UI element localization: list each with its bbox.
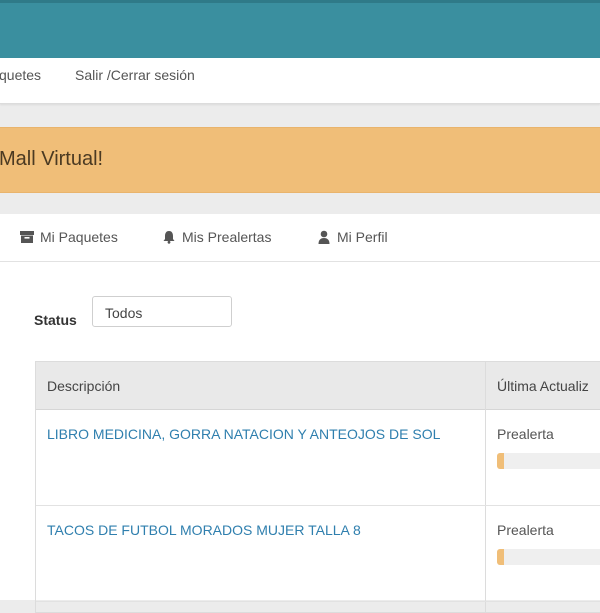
table-row: LIBRO MEDICINA, GORRA NATACION Y ANTEOJO… — [36, 410, 600, 506]
tab-label: Mi Paquetes — [40, 229, 118, 245]
status-filter-value: Todos — [105, 305, 143, 321]
row-status-text: Prealerta — [497, 426, 554, 442]
tab-mi-perfil[interactable]: Mi Perfil — [317, 229, 388, 245]
row-description-link[interactable]: LIBRO MEDICINA, GORRA NATACION Y ANTEOJO… — [47, 426, 440, 442]
main-panel: Mi Paquetes Mis Prealertas Mi Perfil Sta… — [0, 214, 600, 613]
status-filter-select[interactable]: Todos — [92, 296, 232, 327]
row-status-text: Prealerta — [497, 522, 554, 538]
row-description-link[interactable]: TACOS DE FUTBOL MORADOS MUJER TALLA 8 — [47, 522, 361, 538]
nav-logout-link[interactable]: Salir /Cerrar sesión — [75, 67, 195, 83]
tab-label: Mis Prealertas — [182, 229, 272, 245]
tab-mis-prealertas[interactable]: Mis Prealertas — [162, 229, 271, 245]
table-header: Descripción Última Actualiz — [36, 362, 600, 410]
table-row: TACOS DE FUTBOL MORADOS MUJER TALLA 8 Pr… — [36, 506, 600, 602]
row-progress-bar — [497, 453, 600, 469]
welcome-banner: Mall Virtual! — [0, 127, 600, 193]
tab-label: Mi Perfil — [337, 229, 388, 245]
archive-icon — [20, 230, 34, 244]
status-filter-label: Status — [34, 312, 77, 328]
row-progress-bar — [497, 549, 600, 565]
bell-icon — [162, 230, 176, 244]
tab-mi-paquetes[interactable]: Mi Paquetes — [20, 229, 118, 245]
user-icon — [317, 230, 331, 244]
welcome-banner-text: Mall Virtual! — [0, 148, 104, 170]
row-progress-fill — [497, 453, 504, 469]
top-navbar: quetes Salir /Cerrar sesión — [0, 58, 600, 104]
top-header-strip — [0, 0, 600, 3]
row-progress-fill — [497, 549, 504, 565]
top-header-bar — [0, 0, 600, 58]
nav-packages-link[interactable]: quetes — [0, 67, 41, 83]
column-header-last-update: Última Actualiz — [497, 378, 589, 394]
column-header-description: Descripción — [47, 378, 121, 394]
tabs-bar: Mi Paquetes Mis Prealertas Mi Perfil — [0, 214, 600, 262]
packages-table: Descripción Última Actualiz LIBRO MEDICI… — [35, 361, 600, 613]
